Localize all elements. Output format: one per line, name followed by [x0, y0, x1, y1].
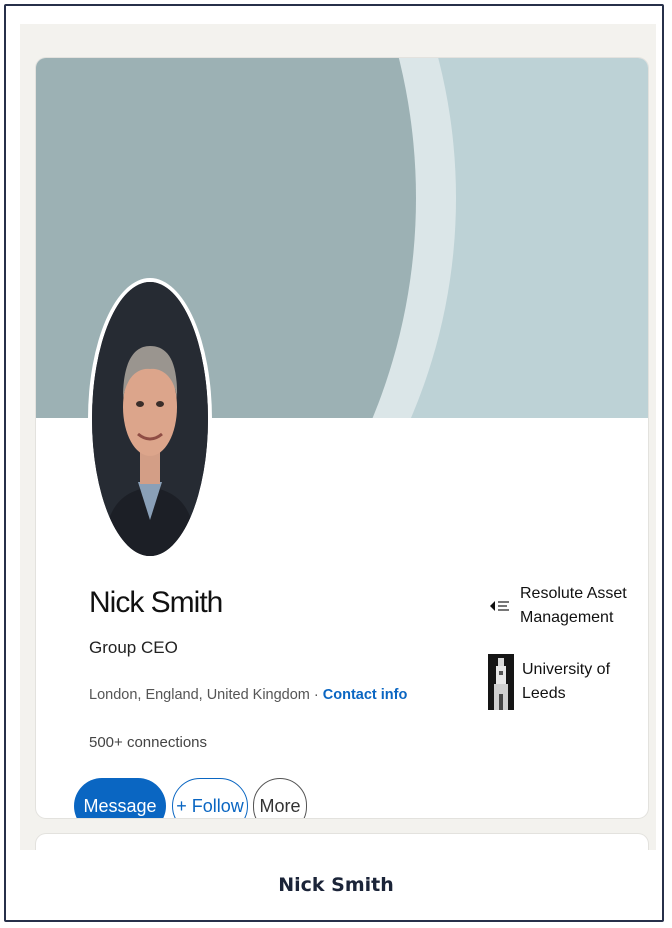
university-tower-icon	[488, 654, 514, 710]
follow-button[interactable]: + Follow	[172, 778, 248, 818]
message-button[interactable]: Message	[74, 778, 166, 818]
org-name: Resolute Asset Management	[520, 585, 627, 626]
profile-name: Nick Smith	[89, 586, 223, 619]
location-text: London, England, United Kingdom	[89, 687, 310, 703]
separator-dot: ·	[309, 687, 323, 703]
contact-info-link[interactable]: Contact info	[323, 687, 408, 703]
profile-location-line: London, England, United Kingdom · Contac…	[89, 687, 407, 703]
more-button[interactable]: More	[253, 778, 307, 818]
resolute-logo-icon	[488, 594, 512, 618]
profile-photo	[92, 282, 208, 556]
image-caption: Nick Smith	[278, 874, 394, 896]
org-name: University of Leeds	[522, 661, 611, 702]
profile-card: Nick Smith Group CEO London, England, Un…	[36, 58, 648, 818]
connections-count[interactable]: 500+ connections	[89, 734, 207, 751]
org-university-of-leeds[interactable]: University of Leeds	[488, 654, 642, 710]
profile-headline: Group CEO	[89, 638, 178, 657]
avatar[interactable]	[88, 278, 212, 560]
org-resolute-asset-management[interactable]: Resolute Asset Management	[488, 582, 640, 630]
